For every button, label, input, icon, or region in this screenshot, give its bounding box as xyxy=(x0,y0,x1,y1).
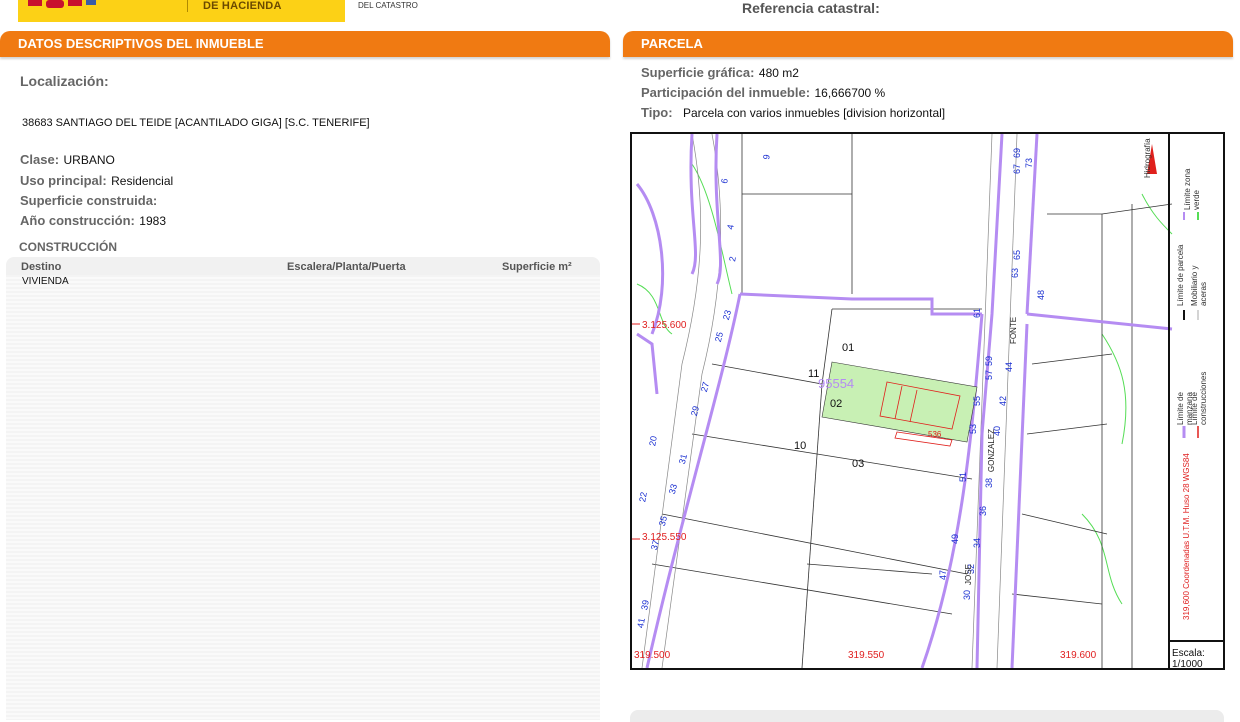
class-label: Clase: xyxy=(20,152,60,167)
year-label: Año construcción: xyxy=(20,213,135,228)
year-row: Año construcción: 1983 xyxy=(20,212,166,230)
type-value: Parcela con varios inmuebles [division h… xyxy=(682,106,946,120)
street-number: 42 xyxy=(998,395,1009,407)
street-number: 59 xyxy=(984,355,995,367)
office-name: DEL CATASTRO xyxy=(358,1,418,10)
col-superficie: Superficie m² xyxy=(502,261,572,273)
building-label: 536 xyxy=(928,430,942,439)
use-value: Residencial xyxy=(111,174,174,188)
street-number: 34 xyxy=(972,537,983,549)
cadastral-reference-label: Referencia catastral: xyxy=(742,0,880,16)
parcel-label: 01 xyxy=(842,342,855,354)
bottom-panel xyxy=(630,710,1224,722)
participation-value: 16,666700 % xyxy=(814,86,886,100)
scale-label: Escala: xyxy=(1172,648,1205,659)
parcel-reference: 95554 xyxy=(818,376,855,391)
table-cell-destino: VIVIENDA xyxy=(22,276,69,287)
street-number: 22 xyxy=(637,491,649,503)
street-number: 41 xyxy=(635,617,647,629)
street-number: 38 xyxy=(984,477,995,489)
street-number: 30 xyxy=(962,589,973,601)
legend-hidrografia: Hidrografía xyxy=(1143,138,1152,178)
address-value: 38683 SANTIAGO DEL TEIDE [ACANTILADO GIG… xyxy=(22,117,370,129)
graphic-area-label: Superficie gráfica: xyxy=(641,65,755,80)
class-value: URBANO xyxy=(63,153,115,167)
street-number: 36 xyxy=(978,505,989,517)
participation-label: Participación del inmueble: xyxy=(641,85,811,100)
street-number: 61 xyxy=(972,307,983,319)
legend-construcciones: Límite de construcciones xyxy=(1190,371,1208,425)
parcel-label: 02 xyxy=(830,398,843,410)
legend-parcela: Límite de parcela xyxy=(1176,244,1185,306)
legend-coordinates: 319,600 Coordenadas U.T.M. Huso 28 WGS84 xyxy=(1182,453,1191,620)
built-area-label: Superficie construida: xyxy=(20,193,158,208)
graphic-area-value: 480 m2 xyxy=(758,66,799,80)
year-value: 1983 xyxy=(139,214,166,228)
coat-of-arms-icon xyxy=(28,0,96,8)
street-number: 20 xyxy=(647,435,659,447)
parcel-label: 03 xyxy=(852,458,865,470)
col-destino: Destino xyxy=(21,261,62,273)
street-number: 44 xyxy=(1004,361,1015,373)
street-name: FONTE xyxy=(1009,316,1019,345)
graphic-area-row: Superficie gráfica: 480 m2 xyxy=(641,64,799,82)
street-number: 55 xyxy=(972,395,983,407)
street-number: 63 xyxy=(1010,267,1021,279)
x-coordinate: 319.550 xyxy=(848,650,885,661)
participation-row: Participación del inmueble: 16,666700 % xyxy=(641,84,885,102)
descriptive-data-header: DATOS DESCRIPTIVOS DEL INMUEBLE xyxy=(0,31,610,57)
construction-title: CONSTRUCCIÓN xyxy=(19,240,117,254)
class-row: Clase: URBANO xyxy=(20,151,115,169)
street-number: 73 xyxy=(1024,157,1035,169)
ministry-name: DE HACIENDA xyxy=(203,0,282,12)
scale-value: 1/1000 xyxy=(1172,659,1203,670)
parcel-label: 10 xyxy=(794,440,807,452)
street-number: 53 xyxy=(968,423,979,435)
street-number: 51 xyxy=(958,471,969,483)
map-drawing xyxy=(632,134,1173,668)
street-name: GONZALEZ xyxy=(987,428,997,473)
construction-table-body xyxy=(6,275,600,720)
table-row: VIVIENDA xyxy=(22,276,69,287)
type-label: Tipo: xyxy=(641,105,673,120)
use-row: Uso principal: Residencial xyxy=(20,172,173,190)
street-name: JOSE xyxy=(963,564,973,585)
street-number: 48 xyxy=(1036,289,1047,301)
street-number: 67 xyxy=(1012,163,1023,175)
legend-mobiliario: Mobiliario y aceras xyxy=(1190,265,1208,306)
x-coordinate: 319.600 xyxy=(1060,650,1097,661)
street-number: 49 xyxy=(950,533,961,545)
legend-zona-verde: Límite zona verde xyxy=(1183,168,1201,210)
street-number: 69 xyxy=(1012,147,1023,159)
parcel-header: PARCELA xyxy=(623,31,1233,57)
y-coordinate: 3.125.600 xyxy=(642,320,687,331)
col-escalera: Escalera/Planta/Puerta xyxy=(287,261,406,273)
cadastral-map[interactable]: 01 11 02 10 03 95554 536 9 6 4 2 25 23 2… xyxy=(630,132,1225,670)
built-area-row: Superficie construida: xyxy=(20,192,157,210)
street-number: 65 xyxy=(1012,249,1023,261)
street-number: 57 xyxy=(984,369,995,381)
location-label: Localización: xyxy=(20,73,109,89)
street-number: 47 xyxy=(938,569,949,581)
use-label: Uso principal: xyxy=(20,173,107,188)
street-number: 39 xyxy=(639,599,651,611)
logo-divider xyxy=(187,0,188,12)
x-coordinate: 319.500 xyxy=(634,650,671,661)
legend-separator xyxy=(1168,132,1170,670)
type-row: Tipo: Parcela con varios inmuebles [divi… xyxy=(641,104,945,122)
y-coordinate: 3.125.550 xyxy=(642,532,687,543)
